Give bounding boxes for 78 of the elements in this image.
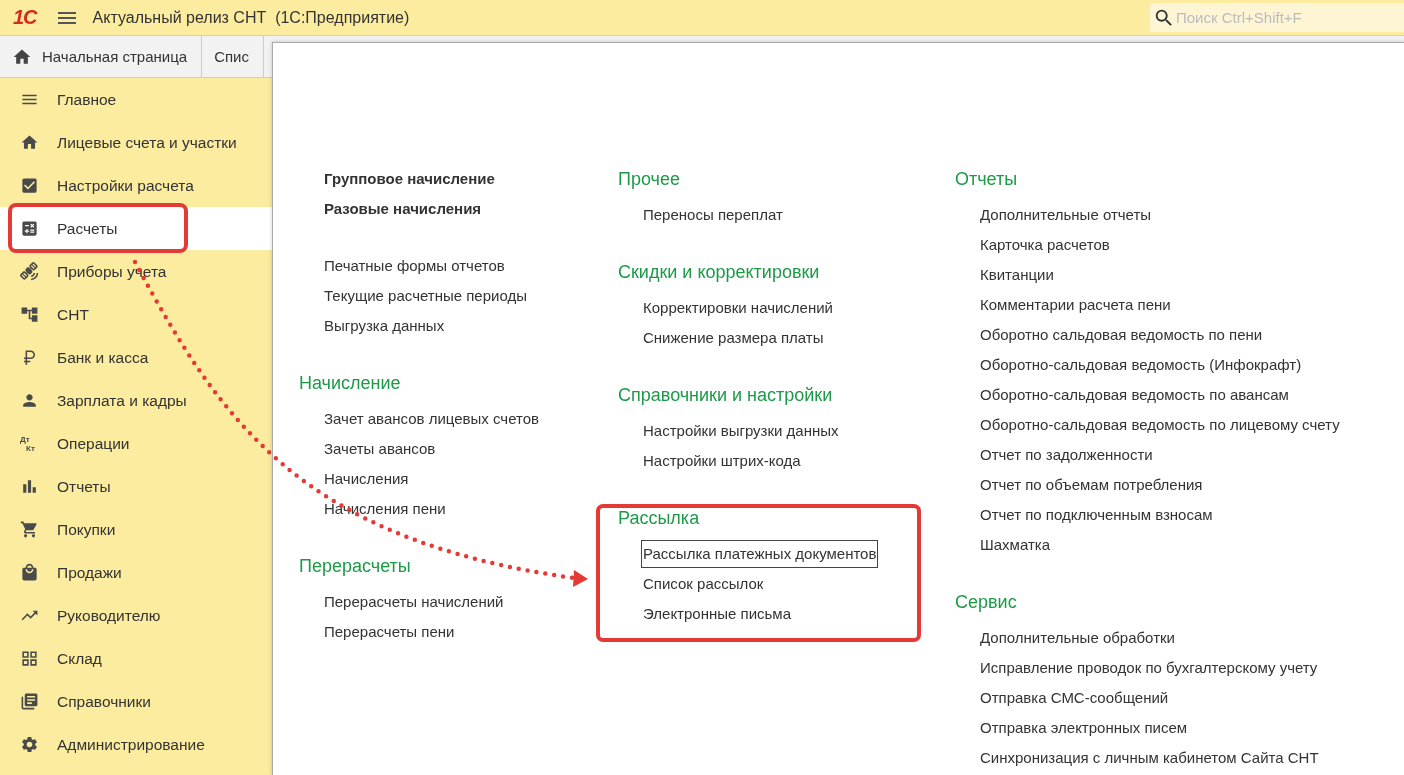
sidebar-item[interactable]: Банк и касса <box>0 336 272 379</box>
sidebar-item[interactable]: Лицевые счета и участки <box>0 121 272 164</box>
group-heading: Справочники и настройки <box>618 384 834 407</box>
house-icon <box>20 133 39 152</box>
menu-link[interactable]: Печатные формы отчетов <box>322 252 507 280</box>
menu-link[interactable]: Корректировки начислений <box>641 294 835 322</box>
menu-link[interactable]: Снижение размера платы <box>641 324 826 352</box>
bar-chart-icon <box>20 477 39 496</box>
sidebar-item[interactable]: Руководителю <box>0 594 272 637</box>
menu-link[interactable]: Текущие расчетные периоды <box>322 282 529 310</box>
menu-link[interactable]: Карточка расчетов <box>978 231 1112 259</box>
group-heading: Рассылка <box>618 507 701 530</box>
group-heading: Сервис <box>955 591 1018 614</box>
settings-icon <box>20 735 39 754</box>
sidebar-item[interactable]: Главное <box>0 78 272 121</box>
sidebar-item[interactable]: Склад <box>0 637 272 680</box>
menu-link[interactable]: Оборотно-сальдовая ведомость (Инфокрафт) <box>978 351 1304 379</box>
sidebar-item[interactable]: Справочники <box>0 680 272 723</box>
search-icon <box>1153 7 1175 29</box>
menu-link[interactable]: Отправка СМС-сообщений <box>978 684 1171 712</box>
group-heading: Отчеты <box>955 168 1019 191</box>
menu-link[interactable]: Квитанции <box>978 261 1056 289</box>
cart-icon <box>20 520 39 539</box>
sidebar-item[interactable]: Приборы учета <box>0 250 272 293</box>
sidebar-item[interactable]: Расчеты <box>0 207 272 250</box>
bag-icon <box>20 563 39 582</box>
menu-link[interactable]: Зачеты авансов <box>322 435 438 463</box>
menu-link[interactable]: Дополнительные обработки <box>978 624 1177 652</box>
sidebar-item[interactable]: Покупки <box>0 508 272 551</box>
search-field[interactable]: Поиск Ctrl+Shift+F <box>1150 3 1404 32</box>
menu-link[interactable]: Шахматка <box>978 531 1053 559</box>
menu-link[interactable]: Комментарии расчета пени <box>978 291 1173 319</box>
menu-link[interactable]: Дополнительные отчеты <box>978 201 1154 229</box>
menu-link[interactable]: Начисления <box>322 465 411 493</box>
menu-link[interactable]: Рассылка платежных документов <box>641 540 879 568</box>
sidebar-item[interactable]: СНТ <box>0 293 272 336</box>
checkbox-icon <box>20 176 39 195</box>
hierarchy-icon <box>20 305 39 324</box>
menu-link[interactable]: Перерасчеты начислений <box>322 588 506 616</box>
person-icon <box>20 391 39 410</box>
menu-link[interactable]: Оборотно-сальдовая ведомость по лицевому счету <box>978 411 1342 439</box>
menu-link[interactable]: Выгрузка данных <box>322 312 447 340</box>
tab[interactable]: Спис <box>202 36 264 77</box>
command-link[interactable]: Групповое начисление <box>322 165 497 193</box>
menu-link[interactable]: Исправление проводок по бухгалтерскому учету <box>978 654 1320 682</box>
menu-link[interactable]: Переносы переплат <box>641 201 785 229</box>
menu-link[interactable]: Перерасчеты пени <box>322 618 457 646</box>
grid-icon <box>20 649 39 668</box>
sidebar-item[interactable]: Отчеты <box>0 465 272 508</box>
group-heading: Скидки и корректировки <box>618 261 821 284</box>
menu-link[interactable]: Зачет авансов лицевых счетов <box>322 405 541 433</box>
menu-link[interactable]: Электронные письма <box>641 600 793 628</box>
group-heading: Начисление <box>299 372 402 395</box>
sidebar-item[interactable]: Дт Кт Операции <box>0 422 272 465</box>
sidebar-item[interactable]: Продажи <box>0 551 272 594</box>
app-logo: 1С <box>13 6 37 29</box>
menu-link[interactable]: Отчет по задолженности <box>978 441 1155 469</box>
menu-link[interactable]: Отправка электронных писем <box>978 714 1190 742</box>
group-heading: Прочее <box>618 168 681 191</box>
menu-link[interactable]: Отчет по подключенным взносам <box>978 501 1215 529</box>
satellite-icon <box>20 262 39 281</box>
calculator-icon <box>20 219 39 238</box>
menu-link[interactable]: Настройки штрих-кода <box>641 447 803 475</box>
sidebar-item[interactable]: Настройки расчета <box>0 164 272 207</box>
window-title: Актуальный релиз СНТ (1С:Предприятие) <box>92 8 410 27</box>
command-link[interactable]: Разовые начисления <box>322 195 484 223</box>
menu-link[interactable]: Список рассылок <box>641 570 766 598</box>
menu-link[interactable]: Синхронизация с личным кабинетом Сайта СНТ <box>978 744 1321 772</box>
sidebar-item[interactable]: Администрирование <box>0 723 272 766</box>
group-heading: Перерасчеты <box>299 555 412 578</box>
menu-link[interactable]: Оборотно сальдовая ведомость по пени <box>978 321 1265 349</box>
books-icon <box>20 692 39 711</box>
debit-credit-icon: Дт Кт <box>20 434 39 453</box>
menu-link[interactable]: Настройки выгрузки данных <box>641 417 841 445</box>
menu-link[interactable]: Отчет по объемам потребления <box>978 471 1205 499</box>
sidebar-item[interactable]: Зарплата и кадры <box>0 379 272 422</box>
menu-link[interactable]: Оборотно-сальдовая ведомость по авансам <box>978 381 1291 409</box>
tab[interactable]: Начальная страница <box>0 36 203 77</box>
